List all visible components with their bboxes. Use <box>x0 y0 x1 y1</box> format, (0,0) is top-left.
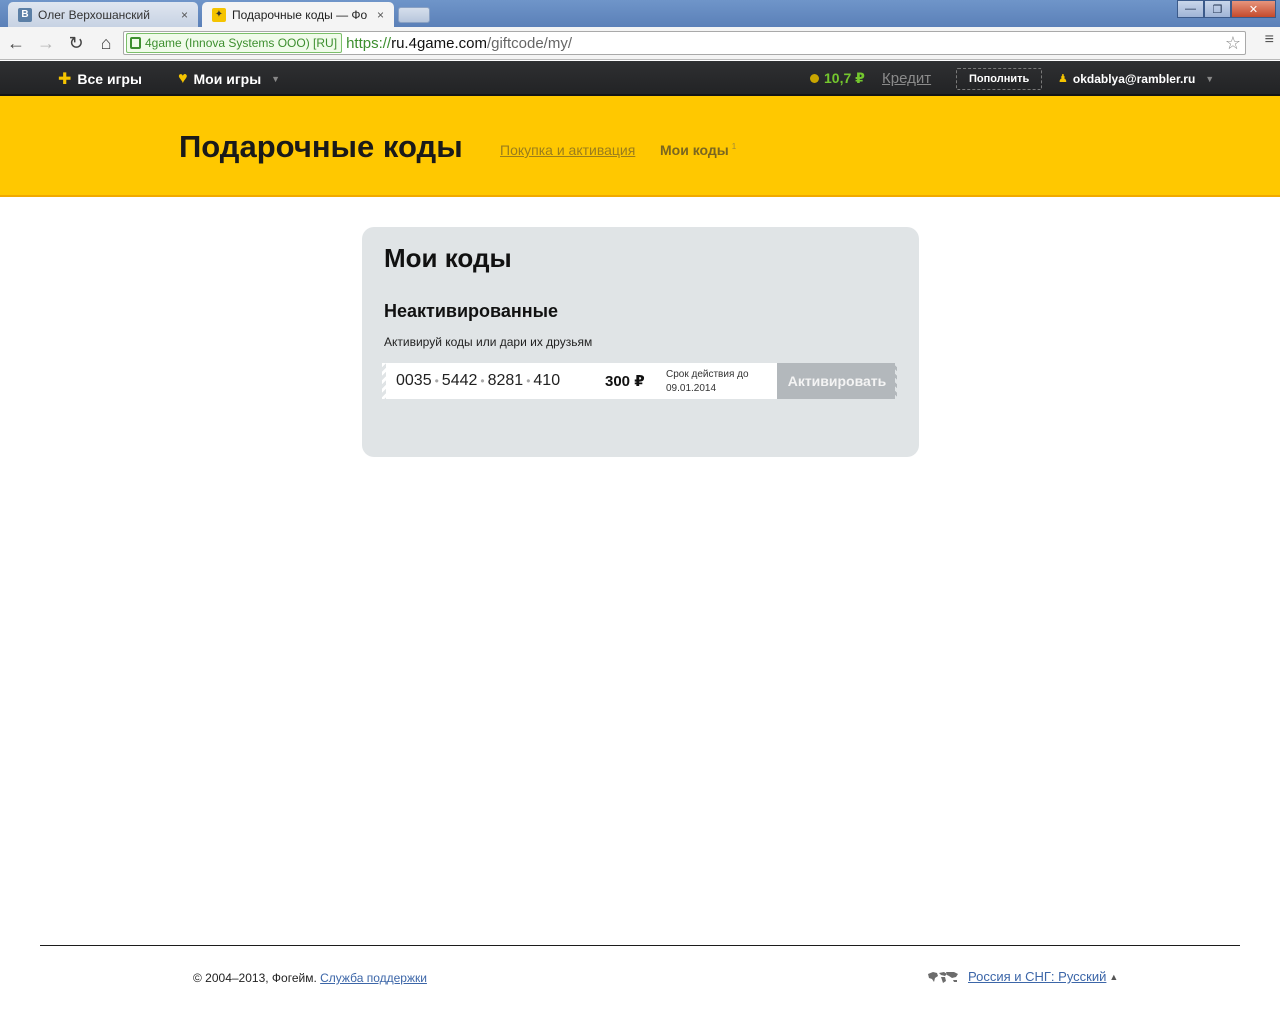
support-link[interactable]: Служба поддержки <box>320 971 427 985</box>
chevron-down-icon: ▼ <box>271 73 281 84</box>
credit-label: Кредит <box>882 70 932 87</box>
subnav-purchase-link[interactable]: Покупка и активация <box>500 142 635 158</box>
code-part: 5442 <box>441 372 478 389</box>
code-part: 8281 <box>487 372 524 389</box>
vk-icon: B <box>18 7 32 22</box>
validity-date: 09.01.2014 <box>666 383 717 394</box>
topup-button[interactable]: Пополнить <box>956 67 1043 90</box>
subnav-my-codes-count: 1 <box>731 142 737 152</box>
restore-button[interactable]: ❐ <box>1204 0 1231 18</box>
gift-code: 0035 • 5442 • 8281 • 410 <box>396 372 560 390</box>
ev-certificate-badge[interactable]: 4game (Innova Systems OOO) [RU] <box>126 33 343 53</box>
my-games-menu[interactable]: ♥ Мои игры ▼ <box>178 61 280 96</box>
puzzle-icon: ✚ <box>58 70 72 88</box>
code-separator: • <box>434 374 439 388</box>
code-validity: Срок действия до 09.01.2014 <box>666 368 749 396</box>
tab-title: Подарочные коды — Фо <box>232 7 368 22</box>
gift-code-row: 0035 • 5442 • 8281 • 410 300 ₽ Срок дейс… <box>378 363 901 399</box>
section-title: Неактивированные <box>384 301 558 321</box>
balance-value: 10,7 ₽ <box>824 70 865 86</box>
region-label: Россия и СНГ: Русский <box>968 969 1107 984</box>
new-tab-button[interactable] <box>398 7 430 23</box>
page-header: Подарочные коды Покупка и активация Мои … <box>0 96 1280 197</box>
subnav-my-codes-label: Мои коды <box>660 142 729 158</box>
browser-toolbar: ← → ↻ ⌂ 4game (Innova Systems OOO) [RU] … <box>0 27 1280 60</box>
coin-icon <box>810 74 819 83</box>
browser-tab-giftcodes[interactable]: ✦ Подарочные коды — Фо × <box>202 2 394 27</box>
4game-icon: ✦ <box>212 7 226 22</box>
code-part: 0035 <box>396 372 432 389</box>
page-title: Подарочные коды <box>179 129 463 164</box>
credit-link[interactable]: Кредит <box>882 61 931 96</box>
user-email: okdablya@rambler.ru <box>1072 71 1196 86</box>
card-title: Мои коды <box>384 243 512 273</box>
heart-icon: ♥ <box>178 69 188 87</box>
minimize-button[interactable]: — <box>1177 0 1204 18</box>
back-button[interactable]: ← <box>2 29 30 57</box>
browser-menu-icon[interactable]: ≡ <box>1265 31 1274 49</box>
close-icon[interactable]: × <box>181 8 188 22</box>
tab-title: Олег Верхошанский <box>38 7 150 22</box>
code-part: 410 <box>533 372 561 389</box>
window-close-button[interactable]: ✕ <box>1231 0 1276 18</box>
user-icon: ♟ <box>1058 73 1068 85</box>
code-value: 300 ₽ <box>605 373 645 390</box>
activate-button[interactable]: Активировать <box>777 363 901 399</box>
reload-button[interactable]: ↻ <box>62 29 90 57</box>
chevron-up-icon: ▲ <box>1109 971 1119 982</box>
browser-tab-vk[interactable]: B Олег Верхошанский × <box>8 2 198 27</box>
url-host: ru.4game.com <box>391 34 487 52</box>
address-bar[interactable]: 4game (Innova Systems OOO) [RU] https://… <box>123 31 1246 55</box>
bookmark-star-icon[interactable]: ☆ <box>1225 33 1241 54</box>
validity-label: Срок действия до <box>666 369 749 380</box>
browser-tabstrip: B Олег Верхошанский × ✦ Подарочные коды … <box>0 0 1280 27</box>
code-separator: • <box>480 374 485 388</box>
all-games-link[interactable]: ✚ Все игры <box>58 61 142 96</box>
copyright-text: © 2004–2013, Фогейм. <box>193 971 317 985</box>
subnav-my-codes[interactable]: Мои коды 1 <box>660 142 736 158</box>
footer-divider <box>40 945 1240 946</box>
section-description: Активируй коды или дари их друзьям <box>384 335 593 349</box>
all-games-label: Все игры <box>77 70 142 87</box>
forward-button[interactable]: → <box>32 29 60 57</box>
world-map-icon <box>928 971 958 983</box>
ev-certificate-label: 4game (Innova Systems OOO) [RU] <box>145 36 338 50</box>
region-selector[interactable]: Россия и СНГ: Русский ▲ <box>926 969 1118 984</box>
lock-icon <box>130 37 141 49</box>
my-games-label: Мои игры <box>193 70 262 87</box>
balance: 10,7 ₽ <box>810 61 865 96</box>
my-codes-card: Мои коды Неактивированные Активируй коды… <box>362 227 919 457</box>
chevron-down-icon: ▼ <box>1205 73 1215 84</box>
code-separator: • <box>526 374 531 388</box>
user-menu[interactable]: ♟ okdablya@rambler.ru ▼ <box>1058 61 1214 96</box>
home-button[interactable]: ⌂ <box>92 29 120 57</box>
footer-copyright: © 2004–2013, Фогейм. Служба поддержки <box>193 971 427 985</box>
url-path: /giftcode/my/ <box>486 34 573 52</box>
window-controls: — ❐ ✕ <box>1177 0 1276 18</box>
close-icon[interactable]: × <box>377 8 384 22</box>
site-topbar: ✚ Все игры ♥ Мои игры ▼ 10,7 ₽ Кредит По… <box>0 61 1280 96</box>
url-text: https://ru.4game.com/giftcode/my/ <box>346 35 572 52</box>
topup-container: Пополнить <box>956 61 1043 96</box>
url-scheme: https:// <box>346 34 392 52</box>
